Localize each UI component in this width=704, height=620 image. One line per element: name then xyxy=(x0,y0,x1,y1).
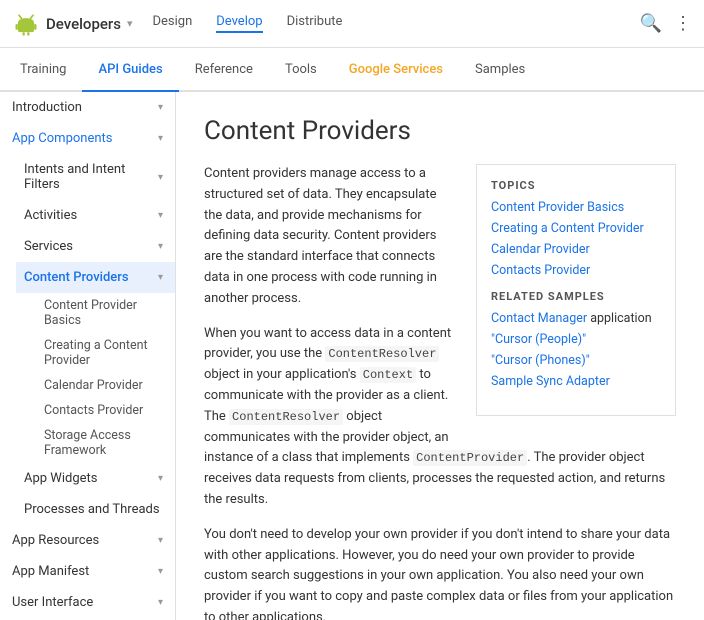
sidebar-item-storage-access-framework[interactable]: Storage Access Framework xyxy=(32,423,175,463)
android-logo-icon xyxy=(12,10,40,38)
tools-nav-item[interactable]: Tools xyxy=(269,48,333,92)
topics-list: Content Provider Basics Creating a Conte… xyxy=(491,200,661,278)
training-nav-item[interactable]: Training xyxy=(16,48,82,92)
sidebar: Introduction ▾ App Components ▾ Intents … xyxy=(0,92,176,620)
sidebar-item-introduction[interactable]: Introduction ▾ xyxy=(0,92,175,123)
chevron-down-icon: ▾ xyxy=(158,210,163,221)
chevron-down-icon: ▾ xyxy=(158,535,163,546)
sidebar-item-contacts-provider[interactable]: Contacts Provider xyxy=(32,398,175,423)
sample-item-3: "Cursor (Phones)" xyxy=(491,353,661,368)
sidebar-item-calendar-provider[interactable]: Calendar Provider xyxy=(32,373,175,398)
logo-area[interactable]: Developers ▾ xyxy=(12,10,132,38)
context-code: Context xyxy=(360,367,416,383)
sidebar-item-content-provider-basics[interactable]: Content Provider Basics xyxy=(32,293,175,333)
sidebar-item-activities[interactable]: Activities ▾ xyxy=(16,200,175,231)
chevron-down-icon: ▾ xyxy=(158,133,163,144)
logo-text: Developers xyxy=(46,15,121,33)
content-provider-code: ContentProvider xyxy=(413,450,527,466)
topics-item-4: Contacts Provider xyxy=(491,263,661,278)
sidebar-item-creating-content-provider[interactable]: Creating a Content Provider xyxy=(32,333,175,373)
content-providers-sub: Content Provider Basics Creating a Conte… xyxy=(16,293,175,463)
related-samples-title: RELATED SAMPLES xyxy=(491,290,661,303)
sidebar-item-services[interactable]: Services ▾ xyxy=(16,231,175,262)
sidebar-item-app-manifest[interactable]: App Manifest ▾ xyxy=(0,556,175,587)
sidebar-item-content-providers[interactable]: Content Providers ▾ xyxy=(16,262,175,293)
sidebar-item-intents[interactable]: Intents and Intent Filters ▾ xyxy=(16,154,175,200)
content-resolver2-code: ContentResolver xyxy=(229,409,343,425)
top-nav-icons: 🔍 ⋮ xyxy=(640,13,692,34)
chevron-down-icon: ▾ xyxy=(158,172,163,183)
reference-nav-item[interactable]: Reference xyxy=(179,48,269,92)
topics-title: TOPICS xyxy=(491,179,661,192)
sample-item-2: "Cursor (People)" xyxy=(491,332,661,347)
sample-item-1: Contact Manager application xyxy=(491,311,661,326)
sample-item-4: Sample Sync Adapter xyxy=(491,374,661,389)
main-layout: Introduction ▾ App Components ▾ Intents … xyxy=(0,92,704,620)
top-navigation: Developers ▾ Design Develop Distribute 🔍… xyxy=(0,0,704,48)
samples-nav-item[interactable]: Samples xyxy=(459,48,541,92)
app-components-sub: Intents and Intent Filters ▾ Activities … xyxy=(0,154,175,525)
page-title: Content Providers xyxy=(204,116,676,146)
topics-item-3: Calendar Provider xyxy=(491,242,661,257)
sidebar-item-app-resources[interactable]: App Resources ▾ xyxy=(0,525,175,556)
chevron-down-icon: ▾ xyxy=(158,473,163,484)
topics-item-1: Content Provider Basics xyxy=(491,200,661,215)
google-services-nav-item[interactable]: Google Services xyxy=(333,48,459,92)
chevron-down-icon: ▾ xyxy=(158,241,163,252)
design-nav-link[interactable]: Design xyxy=(152,14,192,33)
related-samples-list: Contact Manager application "Cursor (Peo… xyxy=(491,311,661,389)
chevron-down-icon: ▾ xyxy=(158,597,163,608)
top-nav-links: Design Develop Distribute xyxy=(152,14,619,33)
distribute-nav-link[interactable]: Distribute xyxy=(287,14,343,33)
secondary-navigation: Training API Guides Reference Tools Goog… xyxy=(0,48,704,92)
menu-button[interactable]: ⋮ xyxy=(674,13,692,34)
content-body: TOPICS Content Provider Basics Creating … xyxy=(204,164,676,620)
main-content: Content Providers TOPICS Content Provide… xyxy=(176,92,704,620)
chevron-down-icon: ▾ xyxy=(158,102,163,113)
chevron-down-icon: ▾ xyxy=(158,566,163,577)
chevron-down-icon: ▾ xyxy=(158,272,163,283)
sidebar-item-processes-threads[interactable]: Processes and Threads xyxy=(16,494,175,525)
content-resolver-code: ContentResolver xyxy=(325,346,439,362)
sidebar-item-app-components[interactable]: App Components ▾ xyxy=(0,123,175,154)
topics-item-2: Creating a Content Provider xyxy=(491,221,661,236)
logo-chevron-icon: ▾ xyxy=(127,17,133,30)
sidebar-item-user-interface[interactable]: User Interface ▾ xyxy=(0,587,175,618)
api-guides-nav-item[interactable]: API Guides xyxy=(82,48,178,92)
develop-nav-link[interactable]: Develop xyxy=(216,14,262,33)
sidebar-item-app-widgets[interactable]: App Widgets ▾ xyxy=(16,463,175,494)
own-provider-paragraph: You don't need to develop your own provi… xyxy=(204,525,676,620)
topics-box: TOPICS Content Provider Basics Creating … xyxy=(476,164,676,416)
search-button[interactable]: 🔍 xyxy=(640,13,662,34)
